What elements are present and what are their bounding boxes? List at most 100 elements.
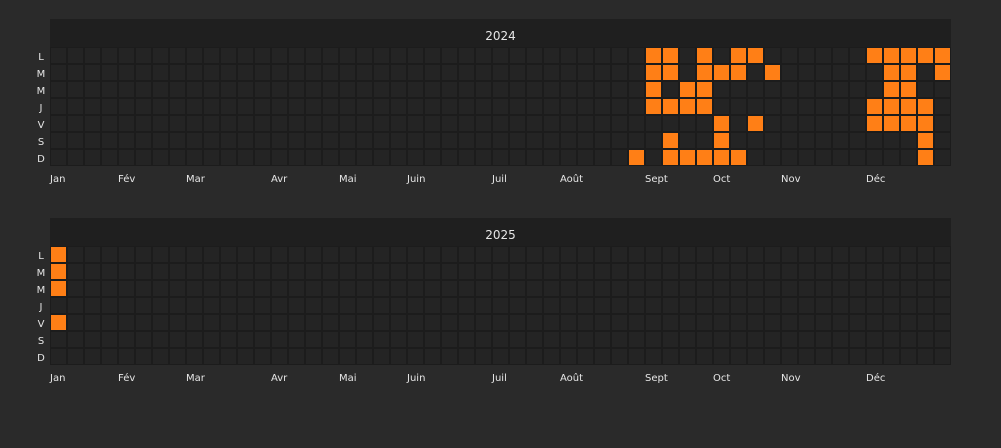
heatmap-cell bbox=[697, 298, 712, 313]
heatmap-cell bbox=[272, 247, 287, 262]
heatmap-cell bbox=[425, 99, 440, 114]
heatmap-cell bbox=[255, 264, 270, 279]
heatmap-cell bbox=[221, 281, 236, 296]
heatmap-cell bbox=[646, 264, 661, 279]
heatmap-cell bbox=[595, 247, 610, 262]
heatmap-cell bbox=[799, 315, 814, 330]
heatmap-cell bbox=[782, 264, 797, 279]
heatmap-cell bbox=[374, 150, 389, 165]
heatmap-cell bbox=[238, 116, 253, 131]
heatmap-cell bbox=[272, 264, 287, 279]
heatmap-cell bbox=[459, 298, 474, 313]
heatmap-cell bbox=[646, 349, 661, 364]
heatmap-cell bbox=[731, 133, 746, 148]
heatmap-cell bbox=[357, 315, 372, 330]
heatmap-cell bbox=[595, 65, 610, 80]
heatmap-cell bbox=[408, 48, 423, 63]
heatmap-cell bbox=[612, 82, 627, 97]
heatmap-2025-svg: 2025LMMJVSDJan Fév Mar Avr Mai Juin Juil Août Se… bbox=[37, 218, 951, 384]
heatmap-cell bbox=[493, 48, 508, 63]
heatmap-cell bbox=[867, 298, 882, 313]
heatmap-cell bbox=[782, 99, 797, 114]
heatmap-cell bbox=[221, 99, 236, 114]
heatmap-cell bbox=[187, 48, 202, 63]
heatmap-cell bbox=[935, 150, 950, 165]
heatmap-cell bbox=[731, 65, 746, 80]
heatmap-cell bbox=[442, 298, 457, 313]
heatmap-cell bbox=[901, 281, 916, 296]
day-label: S bbox=[38, 137, 44, 148]
heatmap-cell bbox=[102, 332, 117, 347]
heatmap-cell bbox=[204, 133, 219, 148]
heatmap-cell bbox=[867, 65, 882, 80]
heatmap-cell bbox=[221, 133, 236, 148]
heatmap-cell bbox=[612, 133, 627, 148]
heatmap-cell bbox=[238, 82, 253, 97]
heatmap-cell bbox=[170, 247, 185, 262]
heatmap-cell bbox=[833, 349, 848, 364]
heatmap-cell bbox=[850, 133, 865, 148]
heatmap-cell bbox=[323, 99, 338, 114]
heatmap-cell bbox=[85, 332, 100, 347]
day-label: D bbox=[37, 353, 45, 364]
heatmap-cell bbox=[816, 247, 831, 262]
heatmap-cell bbox=[476, 133, 491, 148]
heatmap-cell bbox=[102, 133, 117, 148]
heatmap-cell bbox=[136, 264, 151, 279]
heatmap-cell bbox=[595, 99, 610, 114]
heatmap-cell bbox=[697, 332, 712, 347]
heatmap-cell bbox=[765, 65, 780, 80]
heatmap-cell bbox=[748, 264, 763, 279]
heatmap-cell bbox=[663, 264, 678, 279]
heatmap-cell bbox=[272, 99, 287, 114]
heatmap-cell bbox=[901, 133, 916, 148]
heatmap-cell bbox=[748, 133, 763, 148]
heatmap-cell bbox=[119, 82, 134, 97]
heatmap-cell bbox=[51, 298, 66, 313]
heatmap-cell bbox=[612, 315, 627, 330]
day-label: V bbox=[38, 120, 45, 131]
heatmap-cell bbox=[408, 264, 423, 279]
heatmap-cell bbox=[170, 133, 185, 148]
heatmap-cell bbox=[85, 48, 100, 63]
month-label: Fév bbox=[118, 372, 135, 384]
heatmap-cell bbox=[884, 65, 899, 80]
heatmap-cell bbox=[918, 133, 933, 148]
heatmap-cell bbox=[816, 264, 831, 279]
heatmap-cell bbox=[153, 65, 168, 80]
heatmap-cell bbox=[357, 150, 372, 165]
heatmap-cell bbox=[799, 150, 814, 165]
heatmap-cell bbox=[493, 264, 508, 279]
heatmap-cell bbox=[935, 133, 950, 148]
heatmap-cell bbox=[799, 99, 814, 114]
heatmap-cell bbox=[493, 298, 508, 313]
heatmap-cell bbox=[374, 82, 389, 97]
heatmap-cell bbox=[731, 99, 746, 114]
heatmap-cell bbox=[884, 247, 899, 262]
heatmap-cell bbox=[918, 332, 933, 347]
heatmap-cell bbox=[782, 315, 797, 330]
heatmap-cell bbox=[612, 99, 627, 114]
heatmap-cell bbox=[629, 65, 644, 80]
heatmap-cell bbox=[799, 247, 814, 262]
heatmap-cell bbox=[561, 116, 576, 131]
heatmap-cell bbox=[476, 247, 491, 262]
heatmap-cell bbox=[612, 298, 627, 313]
heatmap-cell bbox=[612, 247, 627, 262]
heatmap-cell bbox=[204, 264, 219, 279]
heatmap-cell bbox=[612, 332, 627, 347]
heatmap-cell bbox=[782, 65, 797, 80]
heatmap-cell bbox=[289, 65, 304, 80]
heatmap-cell bbox=[238, 332, 253, 347]
heatmap-cell bbox=[204, 298, 219, 313]
heatmap-cell bbox=[204, 150, 219, 165]
month-label: Déc bbox=[866, 372, 885, 384]
heatmap-cell bbox=[816, 298, 831, 313]
heatmap-cell bbox=[425, 65, 440, 80]
heatmap-cell bbox=[697, 133, 712, 148]
heatmap-cell bbox=[544, 264, 559, 279]
heatmap-cell bbox=[442, 315, 457, 330]
heatmap-cell bbox=[238, 281, 253, 296]
heatmap-cell bbox=[680, 82, 695, 97]
heatmap-cell bbox=[527, 264, 542, 279]
